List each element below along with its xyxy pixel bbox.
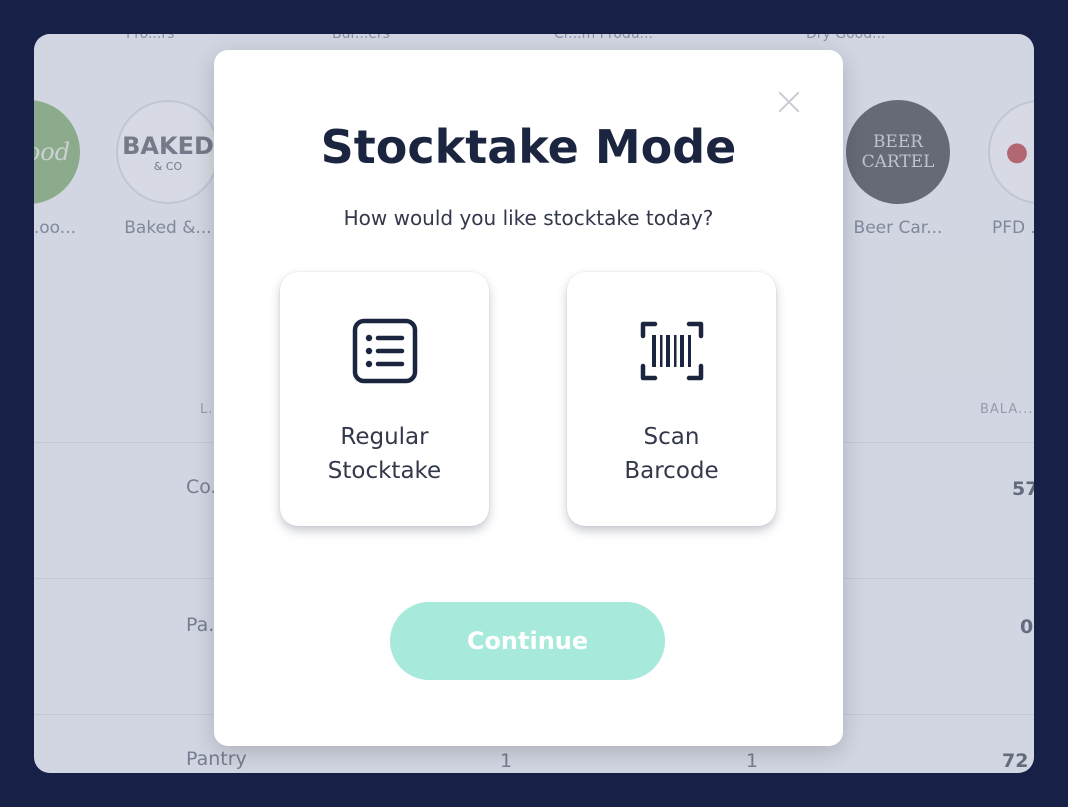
list-icon <box>352 318 418 384</box>
dialog-title: Stocktake Mode <box>320 120 737 174</box>
dialog-subtitle: How would you like stocktake today? <box>343 206 714 230</box>
option-label: Scan Barcode <box>624 424 719 484</box>
option-label: Regular Stocktake <box>327 424 442 484</box>
regular-stocktake-option[interactable]: Regular Stocktake <box>280 272 489 526</box>
close-icon[interactable] <box>775 88 803 116</box>
stocktake-mode-dialog: Stocktake Mode How would you like stockt… <box>214 50 843 746</box>
scan-barcode-option[interactable]: Scan Barcode <box>567 272 776 526</box>
barcode-scan-icon <box>640 321 704 381</box>
continue-button[interactable]: Continue <box>390 602 665 680</box>
